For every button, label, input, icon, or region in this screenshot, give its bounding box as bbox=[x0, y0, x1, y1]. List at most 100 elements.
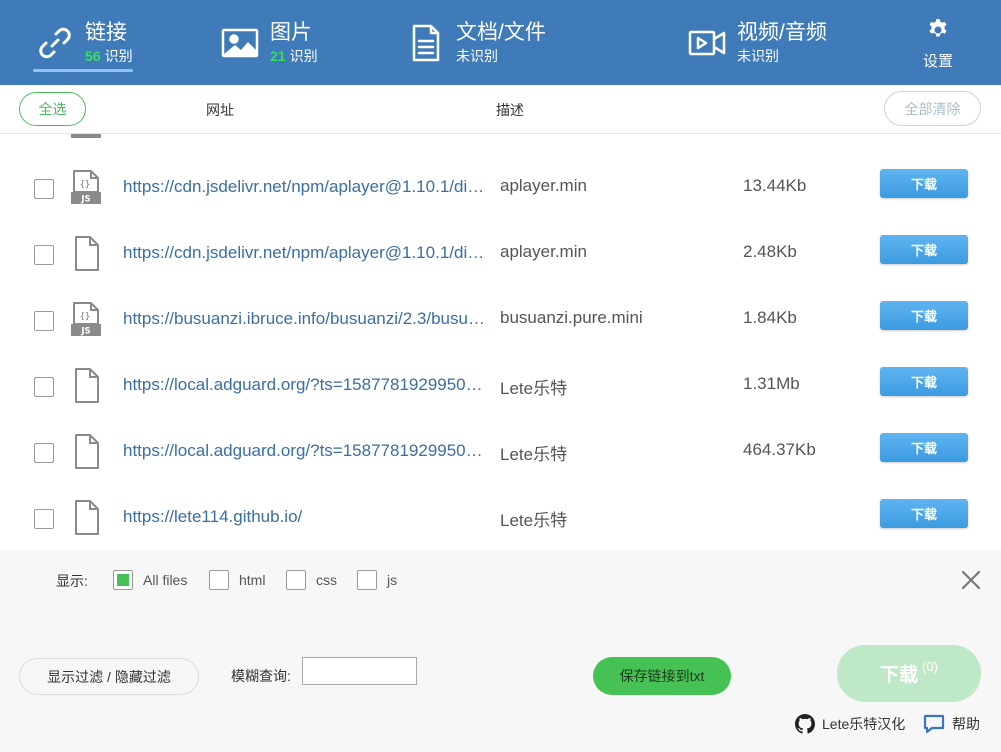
row-checkbox[interactable] bbox=[34, 311, 54, 331]
row-checkbox[interactable] bbox=[34, 179, 54, 199]
download-selected-button[interactable]: 下载 (0) bbox=[837, 645, 981, 702]
filter-option-css[interactable]: css bbox=[286, 570, 337, 590]
fuzzy-search-label: 模糊查询: bbox=[231, 668, 291, 684]
svg-text:JS: JS bbox=[80, 327, 90, 337]
table-row[interactable]: {} JS https://cdn.jsdelivr.net/npm/aplay… bbox=[0, 154, 1001, 220]
tab-images[interactable]: 图片 21 识别 bbox=[218, 0, 318, 85]
row-size: 1.31Mb bbox=[743, 374, 800, 393]
save-links-txt-button[interactable]: 保存链接到txt bbox=[593, 657, 731, 695]
row-url-link[interactable]: https://local.adguard.org/?ts=1587781929… bbox=[123, 441, 485, 461]
file-icon bbox=[75, 236, 99, 271]
clear-all-button[interactable]: 全部清除 bbox=[884, 91, 981, 126]
row-size: 464.37Kb bbox=[743, 440, 816, 459]
js-file-icon bbox=[71, 134, 101, 138]
svg-text:JS: JS bbox=[80, 195, 90, 205]
tab-links[interactable]: 链接 56 识别 bbox=[33, 0, 133, 85]
filter-option-html[interactable]: html bbox=[209, 570, 265, 590]
tab-links-sub: 识别 bbox=[104, 47, 133, 64]
row-url-link[interactable]: https://local.adguard.org/?ts=1587781929… bbox=[123, 375, 485, 395]
tab-documents[interactable]: 文档/文件 未识别 bbox=[404, 0, 546, 85]
table-row[interactable]: https://local.adguard.org/?ts=1587781929… bbox=[0, 418, 1001, 484]
row-desc: aplayer.min bbox=[500, 176, 587, 195]
js-file-icon: {} JS bbox=[71, 170, 101, 205]
filter-checkbox[interactable] bbox=[357, 570, 377, 590]
row-download-button[interactable]: 下载 bbox=[880, 367, 968, 396]
filter-option-label: css bbox=[316, 572, 337, 588]
help-link-label: 帮助 bbox=[952, 716, 980, 732]
tab-images-count: 21 bbox=[270, 47, 286, 64]
tab-video-audio[interactable]: 视频/音频 未识别 bbox=[685, 0, 827, 85]
row-download-button[interactable]: 下载 bbox=[880, 235, 968, 264]
svg-text:{}: {} bbox=[80, 312, 91, 322]
table-row[interactable]: {} JS https://busuanzi.ibruce.info/busua… bbox=[0, 286, 1001, 352]
row-url-link[interactable]: https://lete114.github.io/ bbox=[123, 507, 485, 527]
row-download-button[interactable]: 下载 bbox=[880, 499, 968, 528]
github-link-label: Lete乐特汉化 bbox=[822, 716, 906, 732]
row-desc: busuanzi.pure.mini bbox=[500, 308, 643, 327]
filter-option-label: js bbox=[387, 572, 398, 588]
svg-text:{}: {} bbox=[80, 180, 91, 190]
table-row[interactable]: https://local.adguard.org/?ts=1587781929… bbox=[0, 352, 1001, 418]
row-desc: aplayer.min bbox=[500, 242, 587, 261]
column-url-header: 网址 bbox=[206, 102, 234, 118]
filter-checkbox[interactable] bbox=[286, 570, 306, 590]
tab-documents-sub: 未识别 bbox=[456, 47, 498, 64]
row-download-button[interactable]: 下载 bbox=[880, 433, 968, 462]
tab-links-count: 56 bbox=[85, 47, 101, 64]
row-checkbox[interactable] bbox=[34, 509, 54, 529]
filter-option-label: html bbox=[239, 572, 266, 588]
row-desc: Lete乐特 bbox=[500, 379, 568, 398]
column-desc-header: 描述 bbox=[496, 102, 524, 118]
file-icon bbox=[75, 434, 99, 469]
filter-label: 显示: bbox=[56, 573, 88, 589]
download-selected-count: (0) bbox=[922, 659, 938, 674]
row-checkbox[interactable] bbox=[34, 245, 54, 265]
tab-video-audio-title: 视频/音频 bbox=[737, 20, 827, 44]
tab-links-title: 链接 bbox=[85, 20, 127, 44]
download-selected-label: 下载 bbox=[880, 665, 919, 686]
filter-option-js[interactable]: js bbox=[357, 570, 397, 590]
row-size: 1.84Kb bbox=[743, 308, 797, 327]
fuzzy-search-input[interactable] bbox=[302, 657, 417, 685]
column-header-bar: 全选 网址 描述 全部清除 bbox=[0, 85, 1001, 134]
link-icon bbox=[33, 21, 77, 65]
document-icon bbox=[404, 21, 448, 65]
row-url-link[interactable]: https://cdn.jsdelivr.net/npm/aplayer@1.1… bbox=[123, 243, 485, 263]
help-chat-icon bbox=[923, 714, 945, 734]
filter-option-all-files[interactable]: All files bbox=[113, 570, 187, 590]
row-url-link[interactable]: https://cdn.jsdelivr.net/npm/aplayer@1.1… bbox=[123, 177, 485, 197]
active-tab-indicator bbox=[33, 69, 133, 72]
filter-checkbox[interactable] bbox=[113, 570, 133, 590]
table-row[interactable]: https://cdn.jsdelivr.net/npm/aplayer@1.1… bbox=[0, 220, 1001, 286]
table-row[interactable]: https://lete114.github.io/ Lete乐特 下载 bbox=[0, 484, 1001, 550]
file-icon bbox=[75, 368, 99, 403]
filter-option-label: All files bbox=[143, 572, 188, 588]
filter-checkbox[interactable] bbox=[209, 570, 229, 590]
settings-button[interactable]: 设置 bbox=[912, 18, 964, 71]
row-checkbox[interactable] bbox=[34, 377, 54, 397]
row-download-button[interactable]: 下载 bbox=[880, 301, 968, 330]
close-icon[interactable] bbox=[958, 567, 984, 593]
github-icon bbox=[795, 714, 815, 734]
file-icon bbox=[75, 500, 99, 535]
tab-video-audio-sub: 未识别 bbox=[737, 47, 779, 64]
tab-images-sub: 识别 bbox=[289, 47, 318, 64]
toggle-filter-button[interactable]: 显示过滤 / 隐藏过滤 bbox=[19, 658, 199, 695]
row-desc: Lete乐特 bbox=[500, 511, 568, 530]
image-icon bbox=[218, 21, 262, 65]
video-icon bbox=[685, 21, 729, 65]
row-checkbox[interactable] bbox=[34, 443, 54, 463]
row-size: 2.48Kb bbox=[743, 242, 797, 261]
row-url-link[interactable]: https://busuanzi.ibruce.info/busuanzi/2.… bbox=[123, 309, 485, 329]
tab-images-title: 图片 bbox=[270, 20, 312, 44]
help-link[interactable]: 帮助 bbox=[923, 713, 980, 735]
select-all-button[interactable]: 全选 bbox=[19, 92, 86, 126]
row-download-button[interactable]: 下载 bbox=[880, 169, 968, 198]
settings-label: 设置 bbox=[922, 53, 953, 70]
github-link[interactable]: Lete乐特汉化 bbox=[795, 713, 905, 735]
row-desc: Lete乐特 bbox=[500, 445, 568, 464]
js-file-icon: {} JS bbox=[71, 302, 101, 337]
resource-list[interactable]: {} JS https://cdn.jsdelivr.net/npm/aplay… bbox=[0, 134, 1001, 550]
header-bar: 链接 56 识别 图片 21 识别 文档/文件 未识别 视频/音频 未识别 设置 bbox=[0, 0, 1001, 85]
tab-documents-title: 文档/文件 bbox=[456, 20, 546, 44]
